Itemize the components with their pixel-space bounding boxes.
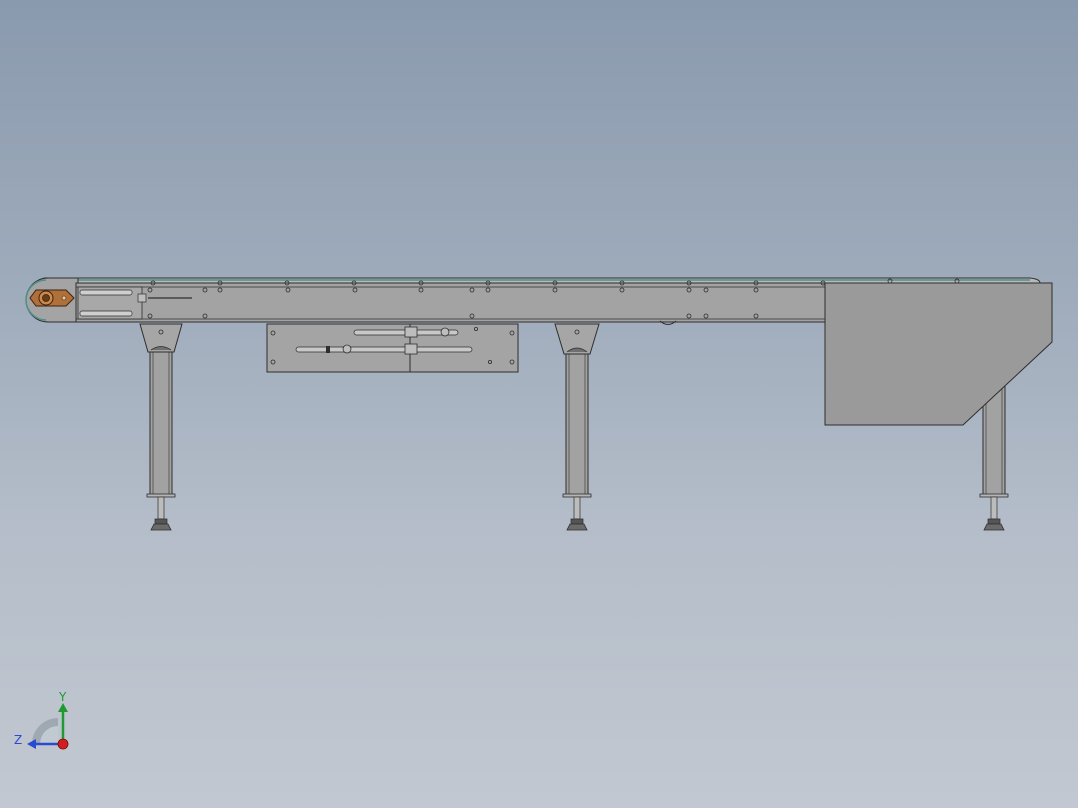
x-axis-point: [57, 738, 69, 750]
support-leg-1[interactable]: [139, 323, 183, 531]
support-leg-2[interactable]: [554, 323, 600, 531]
support-leg-3[interactable]: [979, 385, 1009, 531]
z-axis-label: Z: [14, 733, 22, 747]
orientation-triad[interactable]: Y Z: [10, 686, 80, 756]
y-axis-label: Y: [58, 690, 67, 704]
conveyor-model-view[interactable]: [0, 0, 1078, 808]
drive-bearing-flange[interactable]: [29, 289, 75, 307]
graphics-viewport[interactable]: Y Z: [0, 0, 1078, 808]
take-up-panel[interactable]: [266, 323, 519, 373]
discharge-hopper-guard[interactable]: [824, 282, 1053, 426]
z-axis-arrowhead: [27, 739, 36, 749]
y-axis-arrowhead: [58, 703, 68, 712]
